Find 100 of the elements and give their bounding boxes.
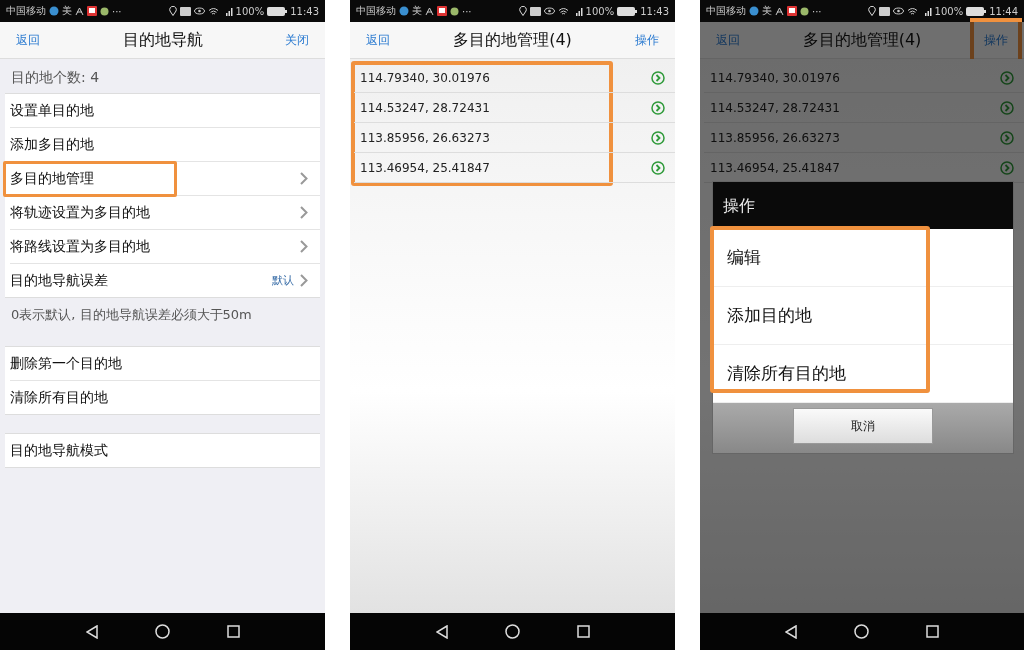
app-glyph: 美 [762,4,772,18]
battery-label: 100% [585,5,615,17]
chevron-circle-icon [1000,160,1014,175]
footer-note: 0表示默认, 目的地导航误差必须大于50m [10,306,253,324]
carrier-label: 中国移动 [356,4,396,18]
destination-row[interactable]: 114.79340, 30.01976 [354,63,675,93]
home-icon[interactable] [854,624,869,639]
eye-icon [543,7,555,15]
destination-row[interactable]: 114.79340, 30.01976 [704,63,1024,93]
settings-row[interactable]: 多目的地管理 [10,162,320,196]
settings-row[interactable]: 目的地导航模式 [10,434,320,467]
row-label: 将路线设置为多目的地 [9,236,151,256]
back-icon[interactable] [435,624,448,639]
battery-icon [267,6,288,16]
screen-title: 目的地导航 [121,29,204,51]
settings-row[interactable]: 将路线设置为多目的地 [10,230,320,264]
back-button[interactable]: 返回 [6,27,50,53]
chevron-circle-icon [651,100,665,115]
more-label: ··· [112,5,122,17]
battery-icon [966,6,987,16]
settings-row[interactable]: 目的地导航误差 默认 [10,264,320,297]
destination-row[interactable]: 114.53247, 28.72431 [704,93,1024,123]
chevron-icon [300,274,308,287]
coordinate-label: 113.85956, 26.63273 [360,130,490,145]
recents-icon[interactable] [926,625,939,638]
dot-icon [800,6,809,16]
eye-icon [193,7,205,15]
count-label: 目的地个数: 4 [10,68,101,87]
globe-icon [49,6,59,16]
app-icon [437,6,447,16]
time-label: 11:43 [290,5,319,17]
row-label: 目的地导航误差 [9,270,109,290]
carrier-label: 中国移动 [6,4,46,18]
more-label: ··· [462,5,472,17]
battery-label: 100% [235,5,265,17]
app-icon [787,6,797,16]
settings-row[interactable]: 将轨迹设置为多目的地 [10,196,320,230]
wifi-icon [906,6,918,16]
chevron-icon [300,206,308,219]
row-label: 目的地导航模式 [9,440,109,460]
settings-row[interactable]: 添加多目的地 [10,128,320,162]
chevron-icon [300,240,308,253]
eye-icon [892,7,904,15]
home-icon[interactable] [504,624,520,639]
chevron-circle-icon [651,130,665,145]
recents-icon[interactable] [226,625,240,638]
screen-title: 多目的地管理(4) [452,29,573,51]
globe-icon [749,6,759,16]
location-icon [867,6,876,16]
screen-title: 多目的地管理(4) [801,29,923,51]
battery-label: 100% [934,5,964,17]
dot-icon [100,6,109,16]
home-icon[interactable] [154,624,170,639]
location-icon [168,6,177,16]
cancel-button[interactable]: 取消 [793,408,933,444]
row-label: 清除所有目的地 [9,387,109,407]
coordinate-label: 114.79340, 30.01976 [710,70,840,85]
coordinate-label: 113.46954, 25.41847 [360,160,490,175]
row-label: 设置单目的地 [9,100,95,120]
app-glyph: 美 [412,4,422,18]
battery-icon [617,6,638,16]
destination-row[interactable]: 114.53247, 28.72431 [354,93,675,123]
row-label: 添加多目的地 [9,134,95,154]
destination-row[interactable]: 113.46954, 25.41847 [354,153,675,183]
coordinate-label: 114.53247, 28.72431 [360,100,490,115]
settings-row[interactable]: 设置单目的地 [10,94,320,128]
row-label: 将轨迹设置为多目的地 [9,202,151,222]
chevron-circle-icon [1000,100,1014,115]
more-label: ··· [812,5,822,17]
app-glyph: 美 [62,4,72,18]
app-icon [87,6,97,16]
chevron-circle-icon [1000,70,1014,85]
globe-icon [399,6,409,16]
back-button[interactable]: 返回 [356,27,400,53]
dialog-title: 操作 [713,182,1013,229]
settings-row[interactable]: 删除第一个目的地 [10,347,320,381]
row-value: 默认 [272,273,294,288]
wifi-icon [557,6,569,16]
coordinate-label: 113.85956, 26.63273 [710,130,840,145]
time-label: 11:44 [989,5,1018,17]
wifi-icon [207,6,219,16]
recents-icon[interactable] [576,625,590,638]
back-icon[interactable] [785,624,797,639]
chevron-circle-icon [651,70,665,85]
settings-row[interactable]: 清除所有目的地 [10,381,320,414]
carrier-label: 中国移动 [706,4,746,18]
destination-row[interactable]: 113.85956, 26.63273 [354,123,675,153]
action-button[interactable]: 操作 [625,27,669,53]
chevron-circle-icon [1000,130,1014,145]
row-label: 删除第一个目的地 [9,353,123,373]
row-label: 多目的地管理 [3,160,177,197]
coordinate-label: 114.53247, 28.72431 [710,100,840,115]
destination-row[interactable]: 113.85956, 26.63273 [704,123,1024,153]
chevron-circle-icon [651,160,665,175]
chevron-icon [300,172,308,185]
coordinate-label: 113.46954, 25.41847 [710,160,840,175]
location-icon [518,6,527,16]
action-button[interactable]: 关闭 [275,27,319,53]
back-icon[interactable] [85,624,98,639]
dot-icon [450,6,459,16]
